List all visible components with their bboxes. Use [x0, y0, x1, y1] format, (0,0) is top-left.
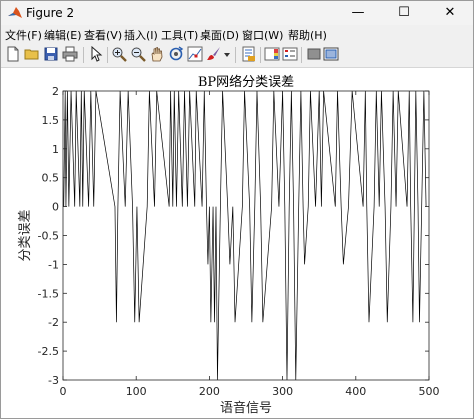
y-tick-label: -1 [48, 258, 59, 271]
zoom-in-icon[interactable] [111, 46, 127, 62]
y-tick-label: -2.5 [38, 345, 59, 358]
brush-icon[interactable] [206, 46, 222, 62]
y-tick-label: -0.5 [38, 230, 59, 243]
maximize-button[interactable]: ☐ [381, 1, 427, 25]
toolbar-separator [83, 47, 84, 63]
show-plot-tools-icon[interactable] [323, 46, 339, 62]
y-axis-label: 分类误差 [18, 209, 33, 261]
menu-edit[interactable]: 编辑(E) [44, 27, 82, 43]
rotate-3d-icon[interactable] [168, 46, 184, 62]
menu-view[interactable]: 查看(V) [84, 27, 122, 43]
minimize-icon: — [351, 5, 365, 20]
open-file-icon[interactable] [24, 46, 40, 62]
toolbar-separator [260, 47, 261, 63]
maximize-icon: ☐ [398, 5, 410, 20]
title-bar[interactable]: Figure 2 — ☐ ✕ [1, 1, 473, 25]
save-icon[interactable] [43, 46, 59, 62]
y-tick-label: -3 [48, 374, 59, 387]
toolbar-separator [107, 47, 108, 63]
menu-window[interactable]: 窗口(W) [242, 27, 283, 43]
menu-help[interactable]: 帮助(H) [288, 27, 327, 43]
zoom-out-icon[interactable] [130, 46, 146, 62]
plot-background [63, 91, 429, 380]
minimize-button[interactable]: — [335, 1, 381, 25]
close-button[interactable]: ✕ [427, 1, 473, 25]
x-tick-label: 400 [345, 385, 366, 398]
x-axis-label: 语音信号 [220, 400, 272, 416]
figure-toolbar [1, 43, 473, 68]
matlab-app-icon [8, 7, 22, 18]
menu-desktop[interactable]: 桌面(D) [200, 27, 239, 43]
new-figure-icon[interactable] [5, 46, 21, 62]
data-cursor-icon[interactable] [187, 46, 203, 62]
y-tick-label: -2 [48, 316, 59, 329]
y-tick-label: -1.5 [38, 287, 59, 300]
menu-file[interactable]: 文件(F) [5, 27, 42, 43]
hide-plot-tools-icon[interactable] [306, 46, 322, 62]
x-tick-label: 0 [60, 385, 67, 398]
figure-canvas[interactable]: 0 100 200 300 400 500 2 1.5 1 0.5 0 -0.5 -1 -1.5 -2 -2.… [1, 68, 473, 418]
insert-legend-icon[interactable] [282, 46, 298, 62]
menu-bar: 文件(F) 编辑(E) 查看(V) 插入(I) 工具(T) 桌面(D) 窗口(W… [1, 25, 473, 43]
y-tick-label: 0.5 [42, 172, 60, 185]
y-tick-label: 1 [52, 143, 59, 156]
x-tick-label: 200 [199, 385, 220, 398]
figure-window: Figure 2 — ☐ ✕ 文件(F) 编辑(E) 查看(V) 插入(I) 工… [0, 0, 474, 419]
close-icon: ✕ [444, 5, 456, 20]
print-icon[interactable] [62, 46, 78, 62]
y-tick-label: 0 [52, 201, 59, 214]
toolbar-separator [235, 47, 236, 63]
x-tick-label: 100 [126, 385, 147, 398]
dropdown-arrow-icon[interactable] [223, 46, 231, 62]
pan-hand-icon[interactable] [149, 46, 165, 62]
window-title: Figure 2 [26, 6, 75, 20]
y-tick-label: 1.5 [42, 114, 60, 127]
menu-tools[interactable]: 工具(T) [161, 27, 198, 43]
chart-title: BP网络分类误差 [198, 74, 294, 90]
x-tick-label: 500 [419, 385, 440, 398]
x-tick-label: 300 [272, 385, 293, 398]
insert-colorbar-icon[interactable] [264, 46, 280, 62]
menu-insert[interactable]: 插入(I) [124, 27, 158, 43]
link-plot-icon[interactable] [241, 46, 257, 62]
edit-plot-arrow-icon[interactable] [88, 46, 104, 62]
toolbar-separator [301, 47, 302, 63]
error-plot: 0 100 200 300 400 500 2 1.5 1 0.5 0 -0.5 -1 -1.5 -2 -2.… [18, 74, 440, 416]
y-tick-label: 2 [52, 85, 59, 98]
